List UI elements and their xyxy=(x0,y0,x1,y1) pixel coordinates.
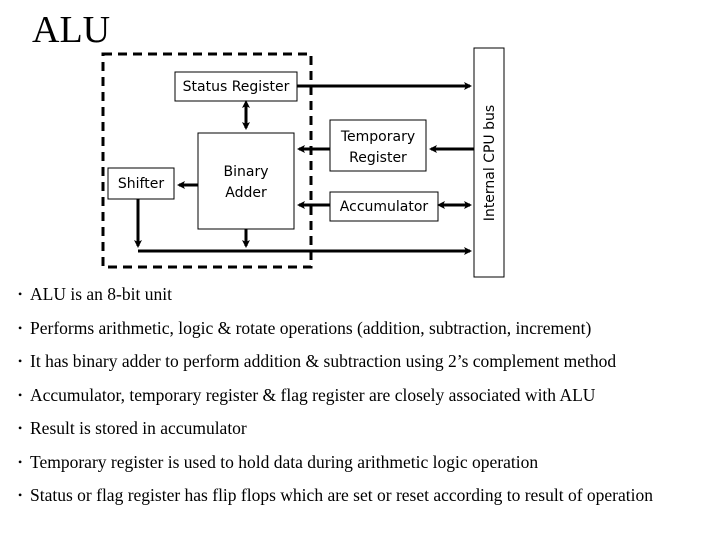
accumulator-label: Accumulator xyxy=(340,199,429,215)
status-register-label: Status Register xyxy=(183,79,290,95)
bullet-item: • Status or flag register has flip flops … xyxy=(18,485,708,506)
bullet-item: • It has binary adder to perform addition… xyxy=(18,351,708,372)
bullet-text: Temporary register is used to hold data … xyxy=(30,451,539,472)
bullet-item: • Result is stored in accumulator xyxy=(18,418,708,439)
bullet-marker: • xyxy=(18,387,23,402)
bullet-text: Accumulator, temporary register & flag r… xyxy=(30,384,596,405)
bullet-item: • Temporary register is used to hold data… xyxy=(18,452,708,473)
bullet-marker: • xyxy=(18,421,23,435)
accumulator-block: Accumulator xyxy=(329,191,439,222)
bullet-marker: • xyxy=(18,454,23,469)
bullet-text: It has binary adder to perform addition … xyxy=(30,351,617,371)
bullet-marker: • xyxy=(18,354,23,368)
internal-cpu-bus-block: Internal CPU bus xyxy=(473,47,505,278)
binary-adder-block: Binary Adder xyxy=(197,132,295,230)
bullet-text: Status or flag register has flip flops w… xyxy=(30,485,654,505)
bullet-text: Performs arithmetic, logic & rotate oper… xyxy=(30,317,592,338)
bullet-item: • Accumulator, temporary register & flag … xyxy=(18,385,708,406)
bullet-text: Result is stored in accumulator xyxy=(30,418,247,438)
bullet-item: • ALU is an 8-bit unit xyxy=(18,284,708,305)
bullet-marker: • xyxy=(18,287,23,301)
bullet-item: • Performs arithmetic, logic & rotate ope… xyxy=(18,318,708,339)
shifter-label: Shifter xyxy=(118,176,164,192)
alu-block-diagram: Status Register Binary Adder Shifter Tem… xyxy=(101,47,505,278)
bullet-marker: • xyxy=(18,320,23,335)
temporary-register-label-line1: Temporary xyxy=(340,129,415,145)
shifter-block: Shifter xyxy=(107,167,175,200)
bullet-text: ALU is an 8-bit unit xyxy=(30,284,172,304)
bullet-list: • ALU is an 8-bit unit • Performs arithmet… xyxy=(18,284,708,519)
temporary-register-label-line2: Register xyxy=(349,150,407,166)
binary-adder-label-line2: Adder xyxy=(225,185,267,201)
binary-adder-label-line1: Binary xyxy=(224,164,269,180)
temporary-register-block: Temporary Register xyxy=(329,119,427,172)
status-register-block: Status Register xyxy=(174,71,298,102)
bullet-marker: • xyxy=(18,488,23,502)
internal-cpu-bus-label: Internal CPU bus xyxy=(482,105,498,221)
